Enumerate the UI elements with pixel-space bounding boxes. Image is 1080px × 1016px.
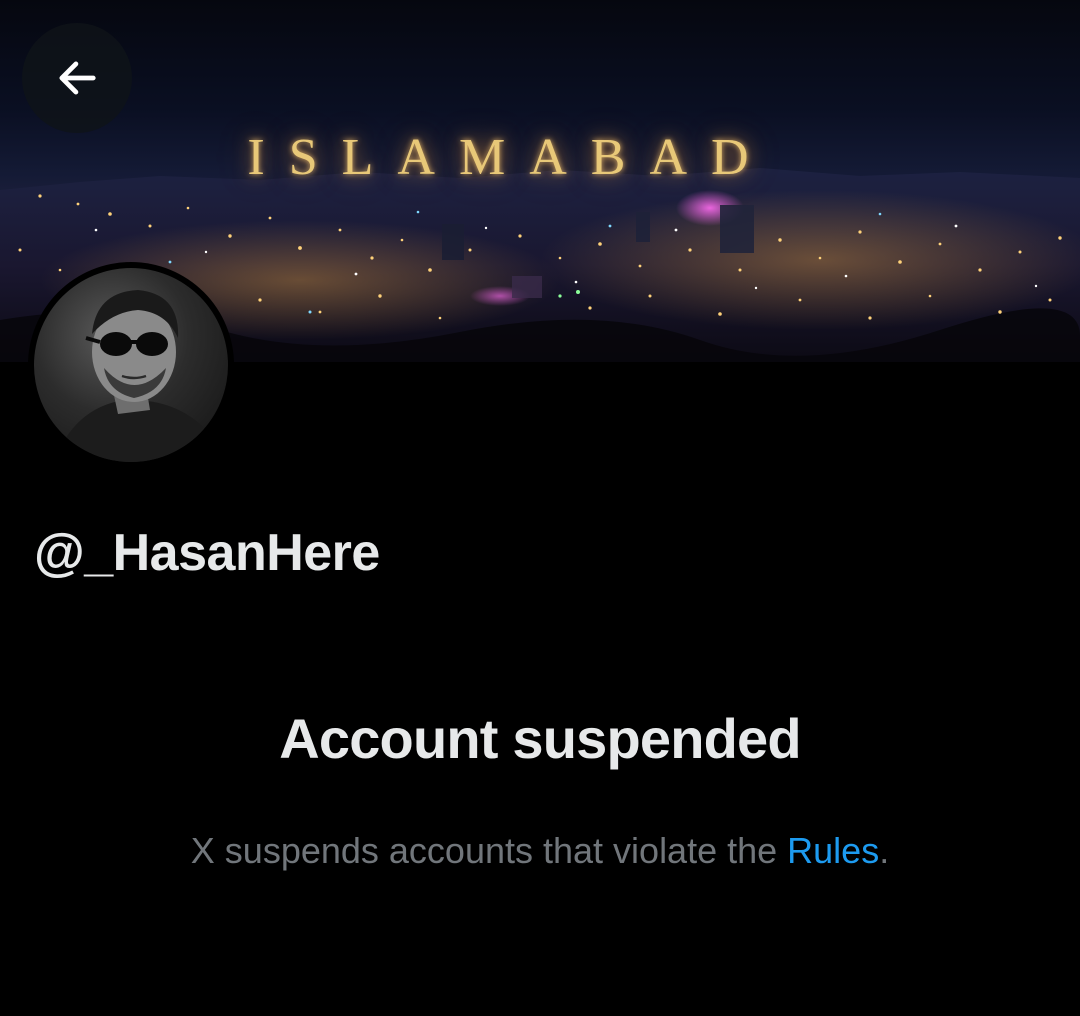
- profile-handle: @_HasanHere: [34, 524, 380, 582]
- back-button[interactable]: [22, 23, 132, 133]
- profile-page: ISLAMABAD @_HasanHere Account suspended …: [0, 0, 1080, 1016]
- suspended-title: Account suspended: [279, 707, 801, 770]
- avatar[interactable]: [28, 262, 234, 468]
- profile-photo-image: [54, 290, 214, 462]
- rules-link[interactable]: Rules: [787, 830, 879, 871]
- banner-title-text: ISLAMABAD: [247, 129, 773, 186]
- avatar-photo: [34, 268, 228, 462]
- suspended-message-suffix: .: [879, 830, 890, 871]
- arrow-left-icon: [59, 61, 96, 95]
- suspended-message: X suspends accounts that violate the Rul…: [0, 826, 1080, 876]
- suspended-message-prefix: X suspends accounts that violate the: [190, 830, 788, 871]
